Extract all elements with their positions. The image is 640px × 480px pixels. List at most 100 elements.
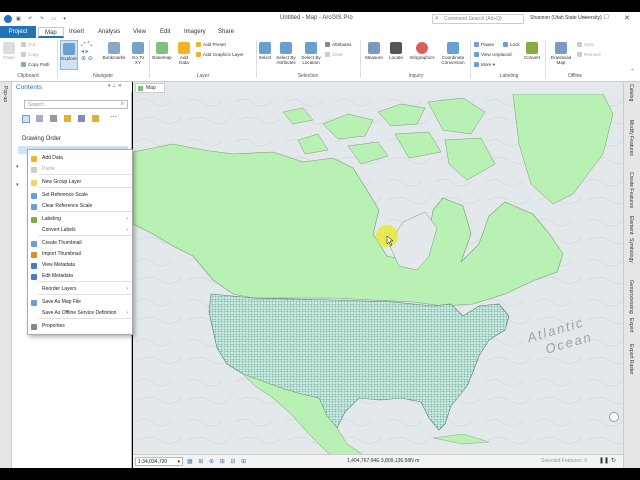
clear-selection-button[interactable]: Clear [325, 52, 343, 57]
dock-tab-export-raster[interactable]: Export Raster [628, 344, 634, 375]
select-button[interactable]: Select [258, 42, 272, 60]
scale-selector[interactable]: 1:34,034,720 ▾ [135, 457, 183, 466]
convert-labels-button[interactable]: Convert [522, 42, 542, 60]
add-data-button[interactable]: Add Data [175, 42, 193, 65]
dock-tab-create-features[interactable]: Create Features [628, 172, 634, 208]
navigate-group-label: Navigate [93, 73, 113, 79]
collapse-ribbon-icon[interactable]: ⌃ [630, 68, 635, 75]
lock-labels-button[interactable]: Lock [503, 42, 520, 47]
goto-xy-button[interactable]: Go To XY [129, 42, 147, 65]
refresh-icon[interactable]: ↻ [611, 457, 616, 464]
bookmarks-button[interactable]: Bookmarks [100, 42, 128, 60]
dock-tab-catalog[interactable]: Catalog [628, 84, 634, 101]
menu-item-paste[interactable]: Paste [28, 164, 132, 175]
editing-list-icon[interactable] [64, 115, 71, 122]
menu-item-create-thumbnail[interactable]: Create Thumbnail [28, 238, 132, 249]
select-by-location-button[interactable]: Select By Location [299, 42, 323, 65]
dock-tab-geoprocessing[interactable]: Geoprocessing [628, 280, 634, 314]
copy-button[interactable]: Copy [21, 52, 39, 57]
view-tool-icons[interactable]: ▦ ⊞ ⊕ ⊞ ⊟ ⊞ [187, 458, 248, 465]
attributes-button[interactable]: Attributes [325, 42, 351, 47]
select-icon [259, 42, 271, 54]
navigation-arrows[interactable]: ⤢ ⤡ ◂ ▸ ⊕ ⊖ [81, 42, 97, 64]
minimize-button[interactable]: – [583, 14, 587, 21]
menu-item-convert-labels[interactable]: Convert Labels › [28, 225, 132, 236]
dock-tab-element[interactable]: Element [628, 216, 634, 234]
tab-view[interactable]: View [127, 27, 152, 38]
menu-item-set-reference-scale[interactable]: Set Reference Scale [28, 190, 132, 201]
explore-icon [63, 43, 75, 55]
metadata-icon [31, 263, 37, 269]
tab-map[interactable]: Map [38, 27, 64, 38]
pane-options-icon[interactable]: ▾ ⊥ ✕ [108, 83, 122, 89]
tab-imagery[interactable]: Imagery [178, 27, 212, 38]
close-button[interactable]: ✕ [624, 14, 630, 22]
contents-title: Contents [16, 84, 43, 91]
ribbon: Paste Cut Copy Copy Path Clipboard Explo… [0, 38, 640, 82]
popup-pane-tab[interactable]: Pop-up [2, 86, 8, 102]
menu-item-properties[interactable]: Properties [28, 321, 132, 332]
more-options-icon[interactable]: ⋯ [110, 113, 117, 121]
group-separator [470, 40, 471, 78]
menu-item-edit-metadata[interactable]: Edit Metadata [28, 271, 132, 282]
dock-tab-export[interactable]: Export [628, 318, 634, 332]
tab-analysis[interactable]: Analysis [92, 27, 126, 38]
menu-item-reorder-layers[interactable]: Reorder Layers › [28, 284, 132, 295]
select-by-attributes-button[interactable]: Select By Attributes [273, 42, 299, 65]
paste-button[interactable]: Paste [2, 42, 16, 60]
menu-item-new-group-layer[interactable]: New Group Layer [28, 177, 132, 188]
selection-list-icon[interactable] [50, 115, 57, 122]
tab-share[interactable]: Share [212, 27, 240, 38]
cut-button[interactable]: Cut [21, 42, 35, 47]
contents-search-input[interactable]: Search ⌕ [24, 100, 128, 109]
tab-edit[interactable]: Edit [154, 27, 176, 38]
tab-project[interactable]: Project [0, 26, 36, 38]
map-view-tab[interactable]: Map [135, 83, 165, 93]
add-preset-icon [196, 42, 201, 47]
remove-icon [577, 52, 582, 57]
pause-drawing-icon[interactable]: ❚❚ [599, 457, 609, 464]
menu-item-labeling[interactable]: Labeling › [28, 214, 132, 225]
locate-button[interactable]: Locate [386, 42, 406, 60]
command-search-input[interactable]: ⌕ Command Search (Alt+Q) [432, 14, 524, 24]
expand-toggle-icon[interactable]: ▾ [16, 182, 19, 188]
data-source-icon[interactable] [36, 115, 43, 122]
download-map-button[interactable]: Download Map [547, 42, 575, 65]
quick-access-icons[interactable]: ▣ ↶ ↷ ▭ ▾ [16, 16, 69, 22]
dock-tab-symbology[interactable]: Symbology [628, 238, 634, 263]
navigator-icon[interactable] [609, 412, 619, 422]
menu-item-clear-reference-scale[interactable]: Clear Reference Scale [28, 201, 132, 212]
explore-button[interactable]: Explore [60, 40, 78, 70]
save-icon [31, 300, 37, 306]
menu-item-save-as-map-file[interactable]: Save As Map File [28, 297, 132, 308]
copy-path-button[interactable]: Copy Path [21, 62, 49, 67]
drawing-order-icon[interactable] [22, 115, 30, 123]
menu-item-add-data[interactable]: Add Data [28, 153, 132, 164]
menu-item-label: Convert Labels [42, 227, 76, 233]
sync-button[interactable]: Sync [577, 42, 594, 47]
add-graphics-layer-button[interactable]: Add Graphics Layer [196, 52, 244, 57]
infographics-button[interactable]: Infographics [405, 42, 439, 60]
map-view[interactable]: Map Atlantic Ocean [133, 82, 623, 468]
labeling-more-button[interactable]: More ▾ [474, 62, 495, 68]
context-menu: Add Data Paste New Group Layer Set Referenc… [27, 149, 133, 335]
add-preset-button[interactable]: Add Preset [196, 42, 226, 47]
user-account[interactable]: Shannon (Utah State University) [530, 15, 602, 21]
command-search-placeholder: Command Search (Alt+Q) [444, 16, 502, 22]
maximize-button[interactable]: □ [604, 14, 608, 21]
pause-labels-button[interactable]: Pause [474, 42, 494, 47]
dock-tab-modify-features[interactable]: Modify Features [628, 120, 634, 156]
search-icon: ⌕ [120, 101, 124, 107]
measure-button[interactable]: Measure [362, 42, 386, 60]
tab-insert[interactable]: Insert [63, 27, 90, 38]
basemap-button[interactable]: Basemap [151, 42, 173, 60]
menu-item-view-metadata[interactable]: View Metadata [28, 260, 132, 271]
expand-toggle-icon[interactable]: ▾ [16, 164, 19, 170]
menu-item-import-thumbnail[interactable]: Import Thumbnail [28, 249, 132, 260]
remove-button[interactable]: Remove [577, 52, 601, 57]
view-unplaced-button[interactable]: View Unplaced [474, 52, 512, 57]
coordinate-conversion-button[interactable]: Coordinate Conversion [438, 42, 468, 65]
menu-item-save-as-offline-service-definition[interactable]: Save As Offline Service Definition › [28, 308, 132, 319]
labeling-list-icon[interactable] [92, 115, 99, 122]
snapping-list-icon[interactable] [78, 115, 85, 122]
